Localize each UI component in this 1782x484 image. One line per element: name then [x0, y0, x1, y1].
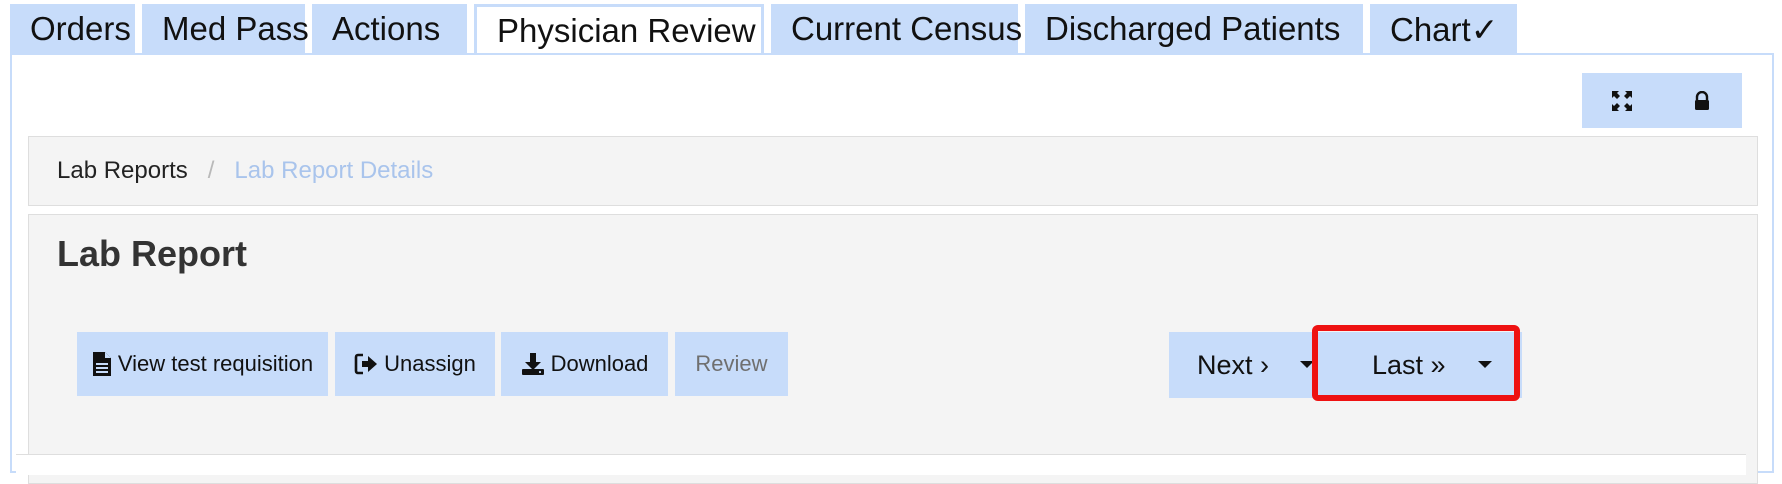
- breadcrumb-separator: /: [207, 157, 215, 184]
- tab-orders[interactable]: Orders: [10, 4, 135, 54]
- expand-icon: [1612, 90, 1632, 111]
- fullscreen-button[interactable]: [1582, 73, 1662, 128]
- unassign-button[interactable]: Unassign: [335, 332, 495, 396]
- file-icon: [92, 352, 111, 376]
- view-test-requisition-label: View test requisition: [117, 351, 314, 376]
- tab-med-pass[interactable]: Med Pass: [142, 4, 309, 54]
- tab-discharged-patients[interactable]: Discharged Patients: [1025, 4, 1363, 54]
- sign-out-icon: [354, 353, 378, 375]
- content-panel: Lab Reports / Lab Report Details Lab Rep…: [10, 53, 1774, 484]
- tab-chart[interactable]: Chart✓: [1370, 4, 1517, 54]
- download-icon: [521, 353, 544, 375]
- highlight-box: [1312, 325, 1520, 401]
- review-label: Review: [695, 351, 768, 376]
- breadcrumb-lab-reports[interactable]: Lab Reports: [57, 157, 188, 185]
- tab-label: Discharged Patients: [1045, 10, 1341, 47]
- next-label: Next ›: [1197, 349, 1270, 380]
- tab-label: Actions: [332, 10, 441, 47]
- tab-label: Chart✓: [1390, 10, 1499, 48]
- tab-actions[interactable]: Actions: [312, 4, 467, 54]
- panel-controls: [1582, 73, 1742, 128]
- lock-icon: [1695, 90, 1709, 110]
- download-label: Download: [550, 351, 649, 376]
- tab-label: Current Census: [791, 10, 1023, 47]
- tab-label: Physician Review: [497, 12, 756, 49]
- review-button[interactable]: Review: [675, 332, 788, 396]
- lock-button[interactable]: [1662, 73, 1742, 128]
- tab-label: Med Pass: [162, 10, 309, 47]
- unassign-label: Unassign: [384, 351, 476, 376]
- view-test-requisition-button[interactable]: View test requisition: [77, 332, 328, 396]
- page-title: Lab Report: [57, 233, 248, 274]
- tab-physician-review[interactable]: Physician Review: [474, 4, 764, 55]
- download-button[interactable]: Download: [501, 332, 668, 396]
- breadcrumb: Lab Reports / Lab Report Details: [28, 136, 1758, 206]
- tab-bar: Orders Med Pass Actions Physician Review…: [10, 4, 1524, 55]
- breadcrumb-lab-report-details: Lab Report Details: [234, 157, 434, 184]
- tab-label: Orders: [30, 10, 131, 47]
- section-divider: [16, 454, 1746, 475]
- tab-current-census[interactable]: Current Census: [771, 4, 1022, 54]
